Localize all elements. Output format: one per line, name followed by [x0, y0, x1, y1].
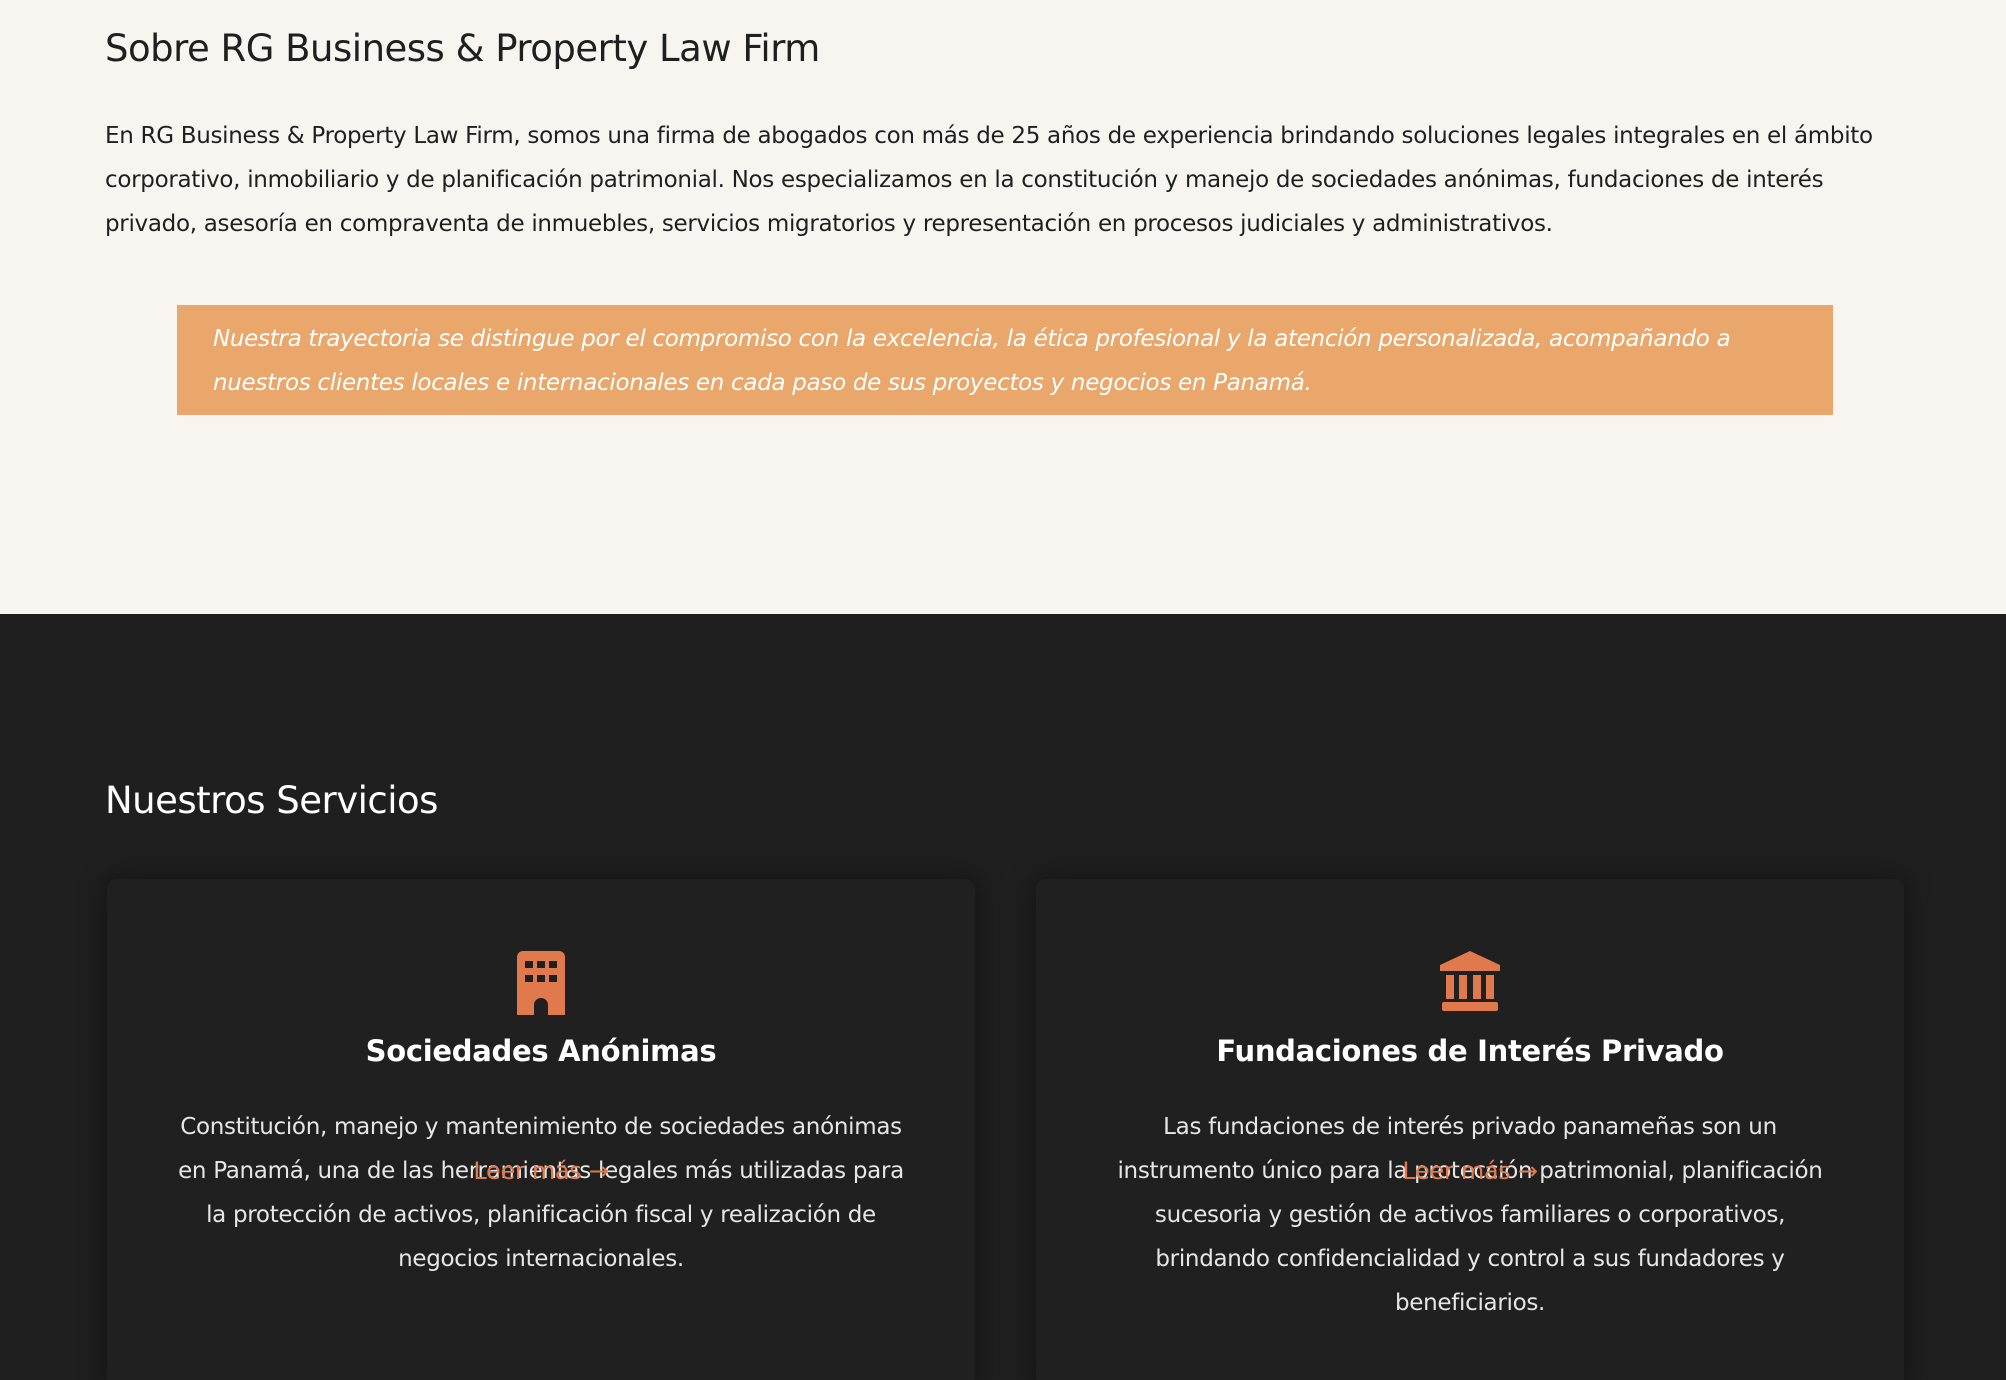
- services-section: Nuestros Servicios Sociedades Anónimas C…: [0, 614, 2006, 1380]
- building-icon: [107, 951, 975, 1015]
- card-title: Fundaciones de Interés Privado: [1216, 1034, 1724, 1068]
- card-title: Sociedades Anónimas: [365, 1034, 717, 1068]
- institution-icon: [1036, 951, 1904, 1015]
- about-paragraph: En RG Business & Property Law Firm, somo…: [105, 123, 1873, 237]
- services-title: Nuestros Servicios: [105, 779, 438, 822]
- read-more-link[interactable]: Leer más →: [107, 1149, 975, 1193]
- service-card-sociedades: Sociedades Anónimas Constitución, manejo…: [107, 879, 975, 1380]
- card-description: Las fundaciones de interés privado panam…: [1117, 1114, 1823, 1316]
- service-card-fundaciones: Fundaciones de Interés Privado Las funda…: [1036, 879, 1904, 1380]
- about-title: Sobre RG Business & Property Law Firm: [105, 27, 820, 70]
- read-more-link[interactable]: Leer más →: [1036, 1149, 1904, 1193]
- about-section: Sobre RG Business & Property Law Firm En…: [0, 0, 2006, 614]
- about-quote: Nuestra trayectoria se distingue por el …: [177, 305, 1833, 415]
- card-description: Constitución, manejo y mantenimiento de …: [178, 1114, 904, 1272]
